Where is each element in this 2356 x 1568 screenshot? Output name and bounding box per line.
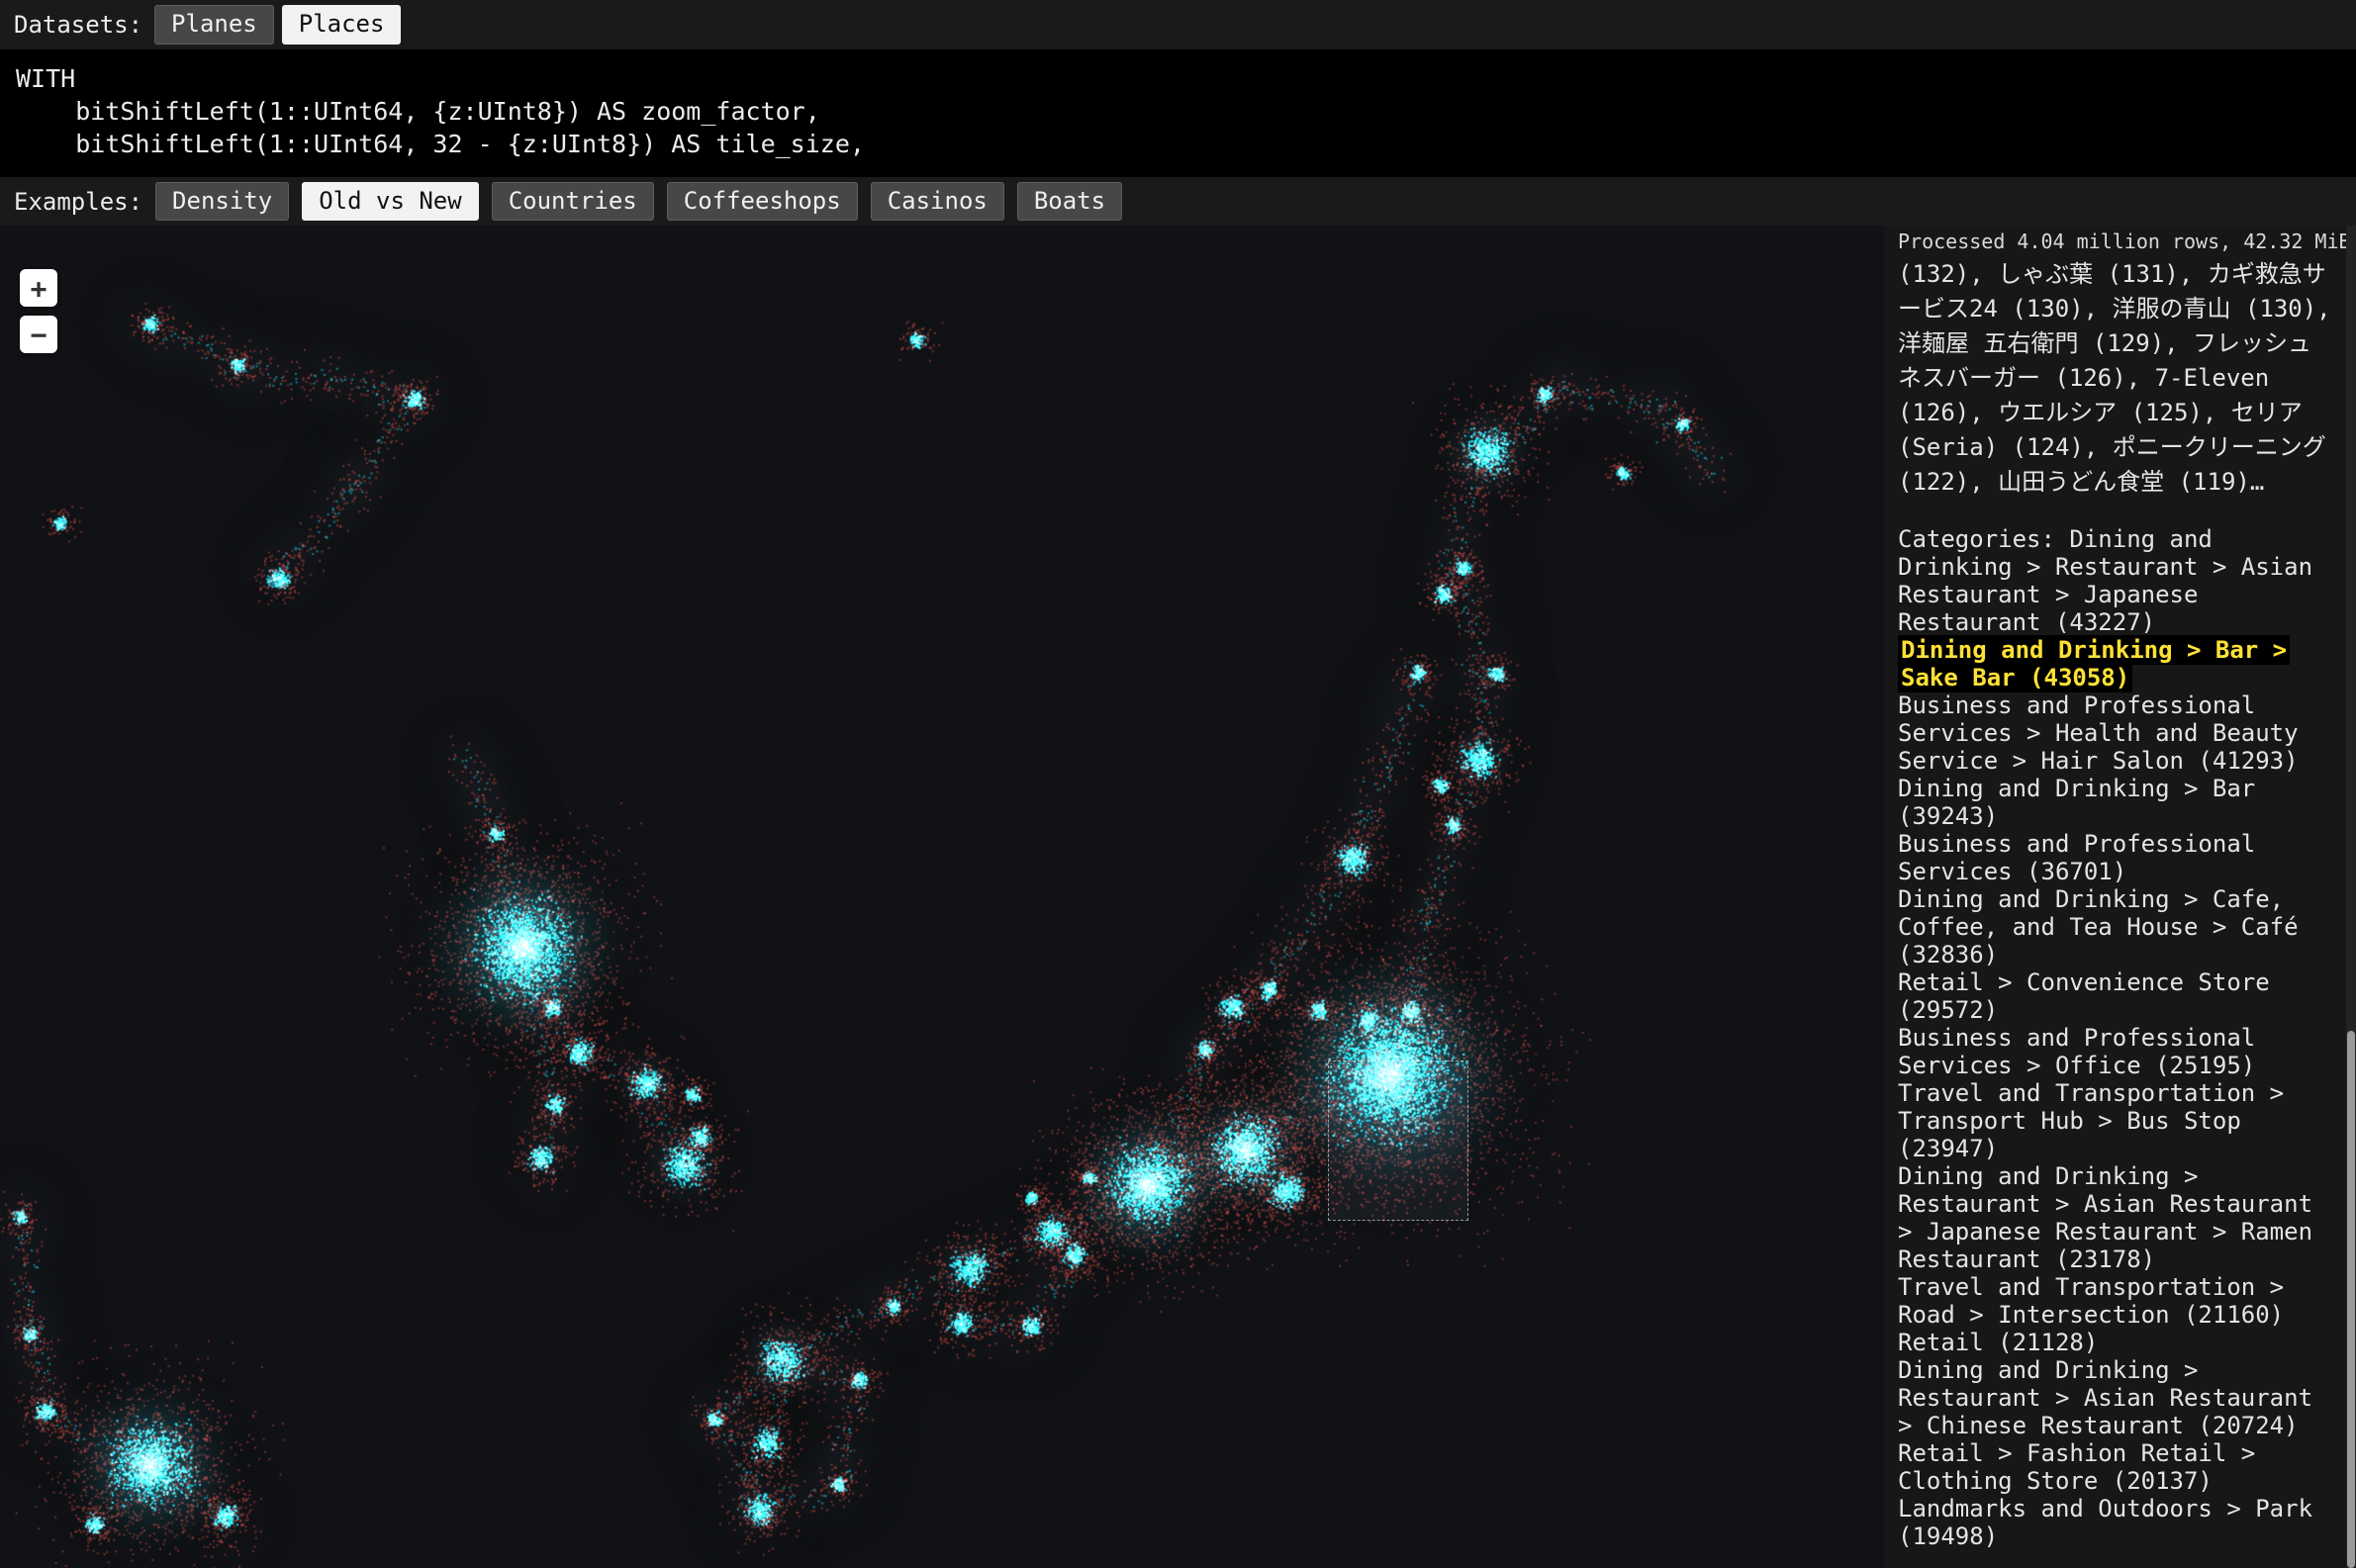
category-item: Travel and Transportation > Transport Hu… xyxy=(1898,1079,2331,1162)
category-item: Retail > Convenience Store (29572) xyxy=(1898,968,2331,1024)
category-text: Business and Professional Services > Off… xyxy=(1898,1024,2255,1079)
category-text: Travel and Transportation > Road > Inter… xyxy=(1898,1273,2284,1329)
sql-editor[interactable]: WITH bitShiftLeft(1::UInt64, {z:UInt8}) … xyxy=(0,49,2356,177)
map-view[interactable]: + − xyxy=(0,226,1884,1568)
category-text: Dining and Drinking > Bar > Sake Bar (43… xyxy=(1898,635,2290,692)
example-button-density[interactable]: Density xyxy=(155,182,289,222)
sql-line: bitShiftLeft(1::UInt64, 32 - {z:UInt8}) … xyxy=(16,128,2340,160)
category-text: Travel and Transportation > Transport Hu… xyxy=(1898,1079,2284,1162)
categories-label: Categories: xyxy=(1898,525,2069,553)
category-text: Landmarks and Outdoors > Park (19498) xyxy=(1898,1495,2312,1550)
category-text: Business and Professional Services > Hea… xyxy=(1898,692,2299,775)
brands-list: (132), しゃぶ葉 (131), カギ救急サービス24 (130), 洋服の… xyxy=(1898,257,2331,500)
example-button-old-vs-new[interactable]: Old vs New xyxy=(302,182,479,222)
examples-bar: Examples: Density Old vs New Countries Coff… xyxy=(0,177,2356,226)
scrollbar-thumb[interactable] xyxy=(2347,1031,2355,1568)
content-area: + − Processed 4.04 million rows, 42.32 M… xyxy=(0,226,2356,1568)
dataset-button-planes[interactable]: Planes xyxy=(154,5,274,45)
category-item: Dining and Drinking > Bar (39243) xyxy=(1898,775,2331,830)
category-text: Retail > Convenience Store (29572) xyxy=(1898,968,2270,1024)
category-text: Business and Professional Services (3670… xyxy=(1898,830,2255,885)
example-button-casinos[interactable]: Casinos xyxy=(871,182,1004,222)
category-text: Dining and Drinking > Cafe, Coffee, and … xyxy=(1898,885,2299,968)
example-button-coffeeshops[interactable]: Coffeeshops xyxy=(667,182,858,222)
category-item: Dining and Drinking > Restaurant > Asian… xyxy=(1898,1356,2331,1439)
example-button-countries[interactable]: Countries xyxy=(492,182,654,222)
page-scrollbar[interactable] xyxy=(2346,226,2356,1568)
dataset-button-places[interactable]: Places xyxy=(282,5,402,45)
category-item: Landmarks and Outdoors > Park (19498) xyxy=(1898,1495,2331,1550)
example-button-boats[interactable]: Boats xyxy=(1017,182,1122,222)
category-item: Dining and Drinking > Bar > Sake Bar (43… xyxy=(1898,636,2331,692)
map-canvas[interactable] xyxy=(0,226,1884,1568)
zoom-out-button[interactable]: − xyxy=(20,316,57,353)
sql-line: WITH xyxy=(16,62,2340,95)
category-item: Retail (21128) xyxy=(1898,1329,2331,1356)
datasets-label: Datasets: xyxy=(14,11,142,39)
category-text: Dining and Drinking > Bar (39243) xyxy=(1898,775,2255,830)
categories-list: Categories: Dining and Drinking > Restau… xyxy=(1898,525,2331,1550)
category-item: Retail > Fashion Retail > Clothing Store… xyxy=(1898,1439,2331,1495)
category-item: Business and Professional Services > Off… xyxy=(1898,1024,2331,1079)
category-item: Travel and Transportation > Road > Inter… xyxy=(1898,1273,2331,1329)
category-text: Retail > Fashion Retail > Clothing Store… xyxy=(1898,1439,2255,1495)
dataset-buttons: PlanesPlaces xyxy=(154,5,401,45)
category-item: Dining and Drinking > Cafe, Coffee, and … xyxy=(1898,885,2331,968)
category-text: Dining and Drinking > Restaurant > Asian… xyxy=(1898,1162,2312,1273)
map-selection-box[interactable] xyxy=(1328,1061,1468,1221)
datasets-bar: Datasets: PlanesPlaces xyxy=(0,0,2356,49)
processed-status: Processed 4.04 million rows, 42.32 MiB xyxy=(1898,230,2331,253)
category-item: Business and Professional Services > Hea… xyxy=(1898,692,2331,775)
stats-panel[interactable]: Processed 4.04 million rows, 42.32 MiB (… xyxy=(1884,226,2346,1568)
category-text: Retail (21128) xyxy=(1898,1329,2098,1356)
category-text: Dining and Drinking > Restaurant > Asian… xyxy=(1898,1356,2312,1439)
examples-label: Examples: xyxy=(14,188,142,216)
category-item: Categories: Dining and Drinking > Restau… xyxy=(1898,525,2331,636)
zoom-controls: + − xyxy=(20,269,57,353)
category-item: Business and Professional Services (3670… xyxy=(1898,830,2331,885)
example-buttons: Density Old vs New Countries Coffeeshops Cas… xyxy=(155,182,1122,222)
sql-line: bitShiftLeft(1::UInt64, {z:UInt8}) AS zo… xyxy=(16,95,2340,128)
zoom-in-button[interactable]: + xyxy=(20,269,57,307)
category-item: Dining and Drinking > Restaurant > Asian… xyxy=(1898,1162,2331,1273)
